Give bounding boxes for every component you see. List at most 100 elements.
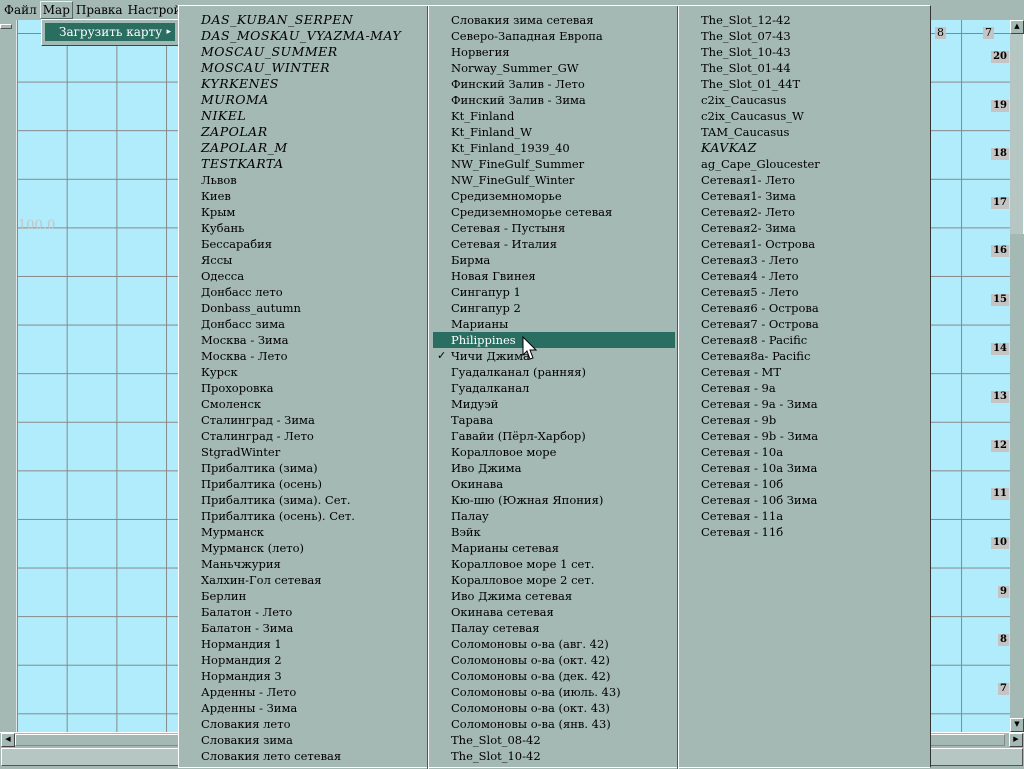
map-list-item[interactable]: Коралловое море 2 сет. [433,572,675,588]
map-list-item[interactable]: Одесса [183,268,425,284]
map-list-item[interactable]: Донбасс лето [183,284,425,300]
map-list-item[interactable]: The_Slot_12-42 [683,12,925,28]
map-list-item[interactable]: Марианы [433,316,675,332]
map-list-item[interactable]: Сетевая - 11а [683,508,925,524]
map-list-item[interactable]: Сингапур 1 [433,284,675,300]
map-list-item[interactable]: MOSCAU_SUMMER [183,44,425,60]
map-list-item[interactable]: Сетевая - 9a - Зима [683,396,925,412]
map-list-item[interactable]: Norway_Summer_GW [433,60,675,76]
map-list-item[interactable]: Иво Джима сетевая [433,588,675,604]
map-list-item[interactable]: Сетевая6 - Острова [683,300,925,316]
map-list-item[interactable]: Сетевая - 10а Зима [683,460,925,476]
scroll-left-button[interactable]: ◀ [1,733,15,747]
map-list-item[interactable]: ZAPOLAR [183,124,425,140]
map-list-item[interactable]: Гуадалканал (ранняя) [433,364,675,380]
scroll-down-button[interactable]: ▼ [1010,718,1024,732]
map-list-item[interactable]: Коралловое море [433,444,675,460]
map-list-item[interactable]: Прибалтика (зима) [183,460,425,476]
map-list-item[interactable]: Арденны - Лето [183,684,425,700]
map-list-item[interactable]: Kt_Finland_W [433,124,675,140]
map-list-item[interactable]: The_Slot_07-43 [683,28,925,44]
map-list-item[interactable]: Киев [183,188,425,204]
map-list-item[interactable]: Москва - Зима [183,332,425,348]
map-list-item[interactable]: Соломоновы о-ва (окт. 42) [433,652,675,668]
map-list-item[interactable]: Словакия зима сетевая [433,12,675,28]
map-list-item[interactable]: Сетевая1- Лето [683,172,925,188]
map-list-item[interactable]: Прохоровка [183,380,425,396]
map-list-item[interactable]: Москва - Лето [183,348,425,364]
left-scroll-thumb[interactable] [0,24,12,29]
map-list-item[interactable]: Берлин [183,588,425,604]
map-list-item[interactable]: Сетевая - 10б [683,476,925,492]
map-list-item[interactable]: DAS_KUBAN_SERPEN [183,12,425,28]
map-list-item[interactable]: Сетевая - 11б [683,524,925,540]
map-list-item[interactable]: Смоленск [183,396,425,412]
map-list-item[interactable]: Мурманск [183,524,425,540]
map-list-item[interactable]: Сетевая - 9b - Зима [683,428,925,444]
map-list-item[interactable]: The_Slot_10-42 [433,748,675,764]
map-list-item[interactable]: The_Slot_01-44 [683,60,925,76]
map-list-item[interactable]: Сетевая - Пустыня [433,220,675,236]
map-list-item[interactable]: TESTKARTA [183,156,425,172]
load-map-menu-item[interactable]: Загрузить карту ▸ [45,23,175,41]
map-list-item[interactable]: Сетевая - 10б Зима [683,492,925,508]
map-list-item[interactable]: Гуадалканал [433,380,675,396]
map-list-item[interactable]: Словакия зима [183,732,425,748]
map-list-item[interactable]: Соломоновы о-ва (авг. 42) [433,636,675,652]
map-list-item[interactable]: Кубань [183,220,425,236]
map-list-item[interactable]: Сетевая5 - Лето [683,284,925,300]
map-list-item[interactable]: Donbass_autumn [183,300,425,316]
map-list-item[interactable]: Прибалтика (осень). Сет. [183,508,425,524]
map-list-item[interactable]: Kt_Finland [433,108,675,124]
map-list-item[interactable]: Сетевая - MT [683,364,925,380]
map-list-item[interactable]: Новая Гвинея [433,268,675,284]
map-list-item[interactable]: MOSCAU_WINTER [183,60,425,76]
map-list-item[interactable]: Иво Джима [433,460,675,476]
map-list-item[interactable]: Сетевая7 - Острова [683,316,925,332]
map-list-item[interactable]: The_Slot_08-42 [433,732,675,748]
map-list-item[interactable]: Нормандия 3 [183,668,425,684]
map-list-item[interactable]: Львов [183,172,425,188]
map-list-item[interactable]: Сетевая2- Зима [683,220,925,236]
map-list-item[interactable]: KYRKENES [183,76,425,92]
map-list-item[interactable]: Балатон - Зима [183,620,425,636]
vertical-scrollbar[interactable]: ▲ ▼ [1010,20,1024,732]
map-list-item[interactable]: Мурманск (лето) [183,540,425,556]
map-list-item[interactable]: Тарава [433,412,675,428]
map-list-item[interactable]: Соломоновы о-ва (окт. 43) [433,700,675,716]
map-list-item[interactable]: Сталинград - Лето [183,428,425,444]
map-list-item[interactable]: Норвегия [433,44,675,60]
menu-0[interactable]: Файл [2,1,39,19]
map-list-item[interactable]: Гавайи (Пёрл-Харбор) [433,428,675,444]
map-list-item[interactable]: Арденны - Зима [183,700,425,716]
map-list-item[interactable]: Вэйк [433,524,675,540]
map-list-item[interactable]: MUROMA [183,92,425,108]
map-list-item[interactable]: ✓ Чичи Джима [433,348,675,364]
map-list-item[interactable]: Северо-Западная Европа [433,28,675,44]
map-list-item[interactable]: Сетевая4 - Лето [683,268,925,284]
left-scroll-strip[interactable] [0,20,17,732]
map-list-item[interactable]: ag_Cape_Gloucester [683,156,925,172]
map-list-item[interactable]: Словакия лето [183,716,425,732]
map-list-item[interactable]: StgradWinter [183,444,425,460]
map-list-item[interactable]: TAM_Caucasus [683,124,925,140]
map-list-item[interactable]: Марианы сетевая [433,540,675,556]
map-list-item[interactable]: Сетевая3 - Лето [683,252,925,268]
map-list-item[interactable]: Коралловое море 1 сет. [433,556,675,572]
map-list-item[interactable]: Соломоновы о-ва (янв. 43) [433,716,675,732]
map-list-item[interactable]: NW_FineGulf_Summer [433,156,675,172]
map-list-item[interactable]: Сетевая - 9b [683,412,925,428]
map-list-item[interactable]: Соломоновы о-ва (дек. 42) [433,668,675,684]
map-list-item[interactable]: Сетевая8а- Pacific [683,348,925,364]
map-list-item[interactable]: Сталинград - Зима [183,412,425,428]
map-list-item[interactable]: Сетевая8 - Pacific [683,332,925,348]
map-list-item[interactable]: NW_FineGulf_Winter [433,172,675,188]
map-list-item[interactable]: Kt_Finland_1939_40 [433,140,675,156]
menu-2[interactable]: Правка [74,1,125,19]
map-list-item[interactable]: KAVKAZ [683,140,925,156]
map-list-item[interactable]: Крым [183,204,425,220]
map-list-item[interactable]: Кю-шю (Южная Япония) [433,492,675,508]
map-list-item[interactable]: Халхин-Гол сетевая [183,572,425,588]
map-list-item[interactable]: DAS_MOSKAU_VYAZMA-MAY [183,28,425,44]
scroll-up-button[interactable]: ▲ [1010,20,1024,34]
